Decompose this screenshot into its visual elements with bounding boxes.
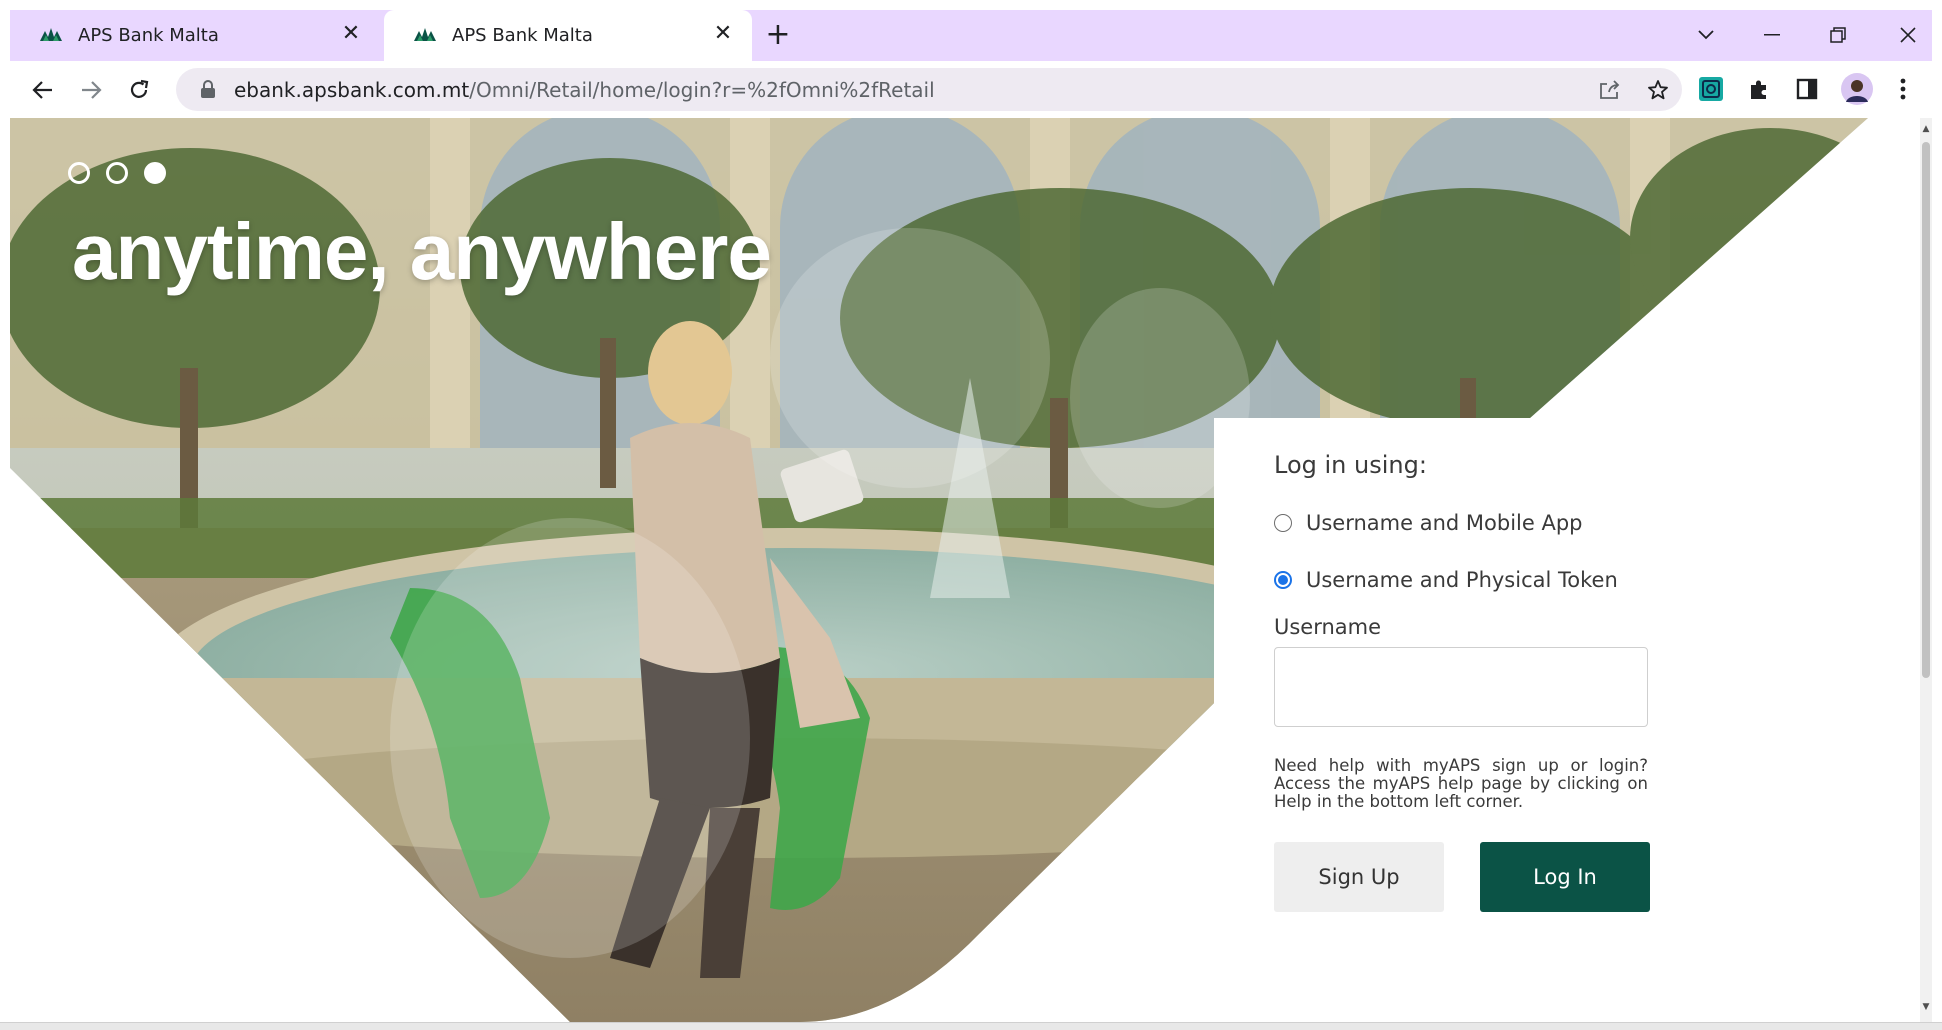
tab-close-icon[interactable]: ✕ <box>338 21 364 47</box>
tab-aps-bank-1[interactable]: APS Bank Malta ✕ <box>10 10 380 61</box>
browser-window: APS Bank Malta ✕ APS Bank Malta ✕ + eban… <box>0 0 1942 1030</box>
carousel-dot-1[interactable] <box>68 162 90 184</box>
scrollbar-thumb[interactable] <box>1922 142 1930 678</box>
url-host: ebank.apsbank.com.mt <box>234 78 470 102</box>
forward-arrow-icon[interactable] <box>74 73 108 107</box>
new-tab-button[interactable]: + <box>762 20 794 52</box>
vertical-scrollbar[interactable]: ▲ ▼ <box>1920 118 1932 1022</box>
address-bar[interactable]: ebank.apsbank.com.mt/Omni/Retail/home/lo… <box>176 68 1682 111</box>
log-in-button[interactable]: Log In <box>1480 842 1650 912</box>
browser-toolbar: ebank.apsbank.com.mt/Omni/Retail/home/lo… <box>10 61 1932 118</box>
username-input[interactable] <box>1274 647 1648 727</box>
carousel-dot-3[interactable] <box>144 162 166 184</box>
puzzle-icon[interactable] <box>1742 72 1776 106</box>
login-option-mobile-app[interactable]: Username and Mobile App <box>1274 511 1583 535</box>
help-text: Need help with myAPS sign up or login? A… <box>1274 756 1648 811</box>
close-window-icon[interactable] <box>1888 20 1928 50</box>
carousel-dot-2[interactable] <box>106 162 128 184</box>
url-text[interactable]: ebank.apsbank.com.mt/Omni/Retail/home/lo… <box>234 78 935 102</box>
back-arrow-icon[interactable] <box>26 73 60 107</box>
radio-mobile-app[interactable] <box>1274 514 1292 532</box>
star-icon[interactable] <box>1644 76 1672 104</box>
login-heading: Log in using: <box>1274 451 1427 479</box>
login-panel: Log in using: Username and Mobile App Us… <box>1224 419 1678 1022</box>
radio-label-physical-token[interactable]: Username and Physical Token <box>1306 568 1618 592</box>
login-option-physical-token[interactable]: Username and Physical Token <box>1274 568 1618 592</box>
page-viewport: anytime, anywhere Log in using: Username… <box>10 118 1932 1022</box>
sign-up-button[interactable]: Sign Up <box>1274 842 1444 912</box>
lock-icon[interactable] <box>200 80 216 98</box>
extension-icon[interactable] <box>1694 72 1728 106</box>
reload-icon[interactable] <box>122 73 156 107</box>
aps-bank-favicon-icon <box>40 28 62 41</box>
scroll-up-icon[interactable]: ▲ <box>1920 124 1932 134</box>
share-icon[interactable] <box>1596 76 1624 104</box>
tab-title: APS Bank Malta <box>78 25 219 46</box>
side-panel-icon[interactable] <box>1790 72 1824 106</box>
minimize-icon[interactable] <box>1752 20 1792 50</box>
scroll-down-icon[interactable]: ▼ <box>1920 1002 1932 1012</box>
tab-title: APS Bank Malta <box>452 25 593 46</box>
radio-physical-token[interactable] <box>1274 571 1292 589</box>
kebab-menu-icon[interactable] <box>1886 72 1920 106</box>
restore-icon[interactable] <box>1818 20 1858 50</box>
aps-bank-favicon-icon <box>414 28 436 41</box>
tab-strip: APS Bank Malta ✕ APS Bank Malta ✕ + <box>10 10 1932 61</box>
profile-avatar[interactable] <box>1840 72 1874 106</box>
hero-title: anytime, anywhere <box>72 207 772 296</box>
tab-search-icon[interactable] <box>1686 20 1726 50</box>
tab-aps-bank-2[interactable]: APS Bank Malta ✕ <box>384 10 752 61</box>
tab-close-icon[interactable]: ✕ <box>710 21 736 47</box>
url-path: /Omni/Retail/home/login?r=%2fOmni%2fReta… <box>469 78 935 102</box>
window-bottom-edge <box>0 1022 1942 1030</box>
username-label: Username <box>1274 615 1382 639</box>
radio-label-mobile-app[interactable]: Username and Mobile App <box>1306 511 1583 535</box>
